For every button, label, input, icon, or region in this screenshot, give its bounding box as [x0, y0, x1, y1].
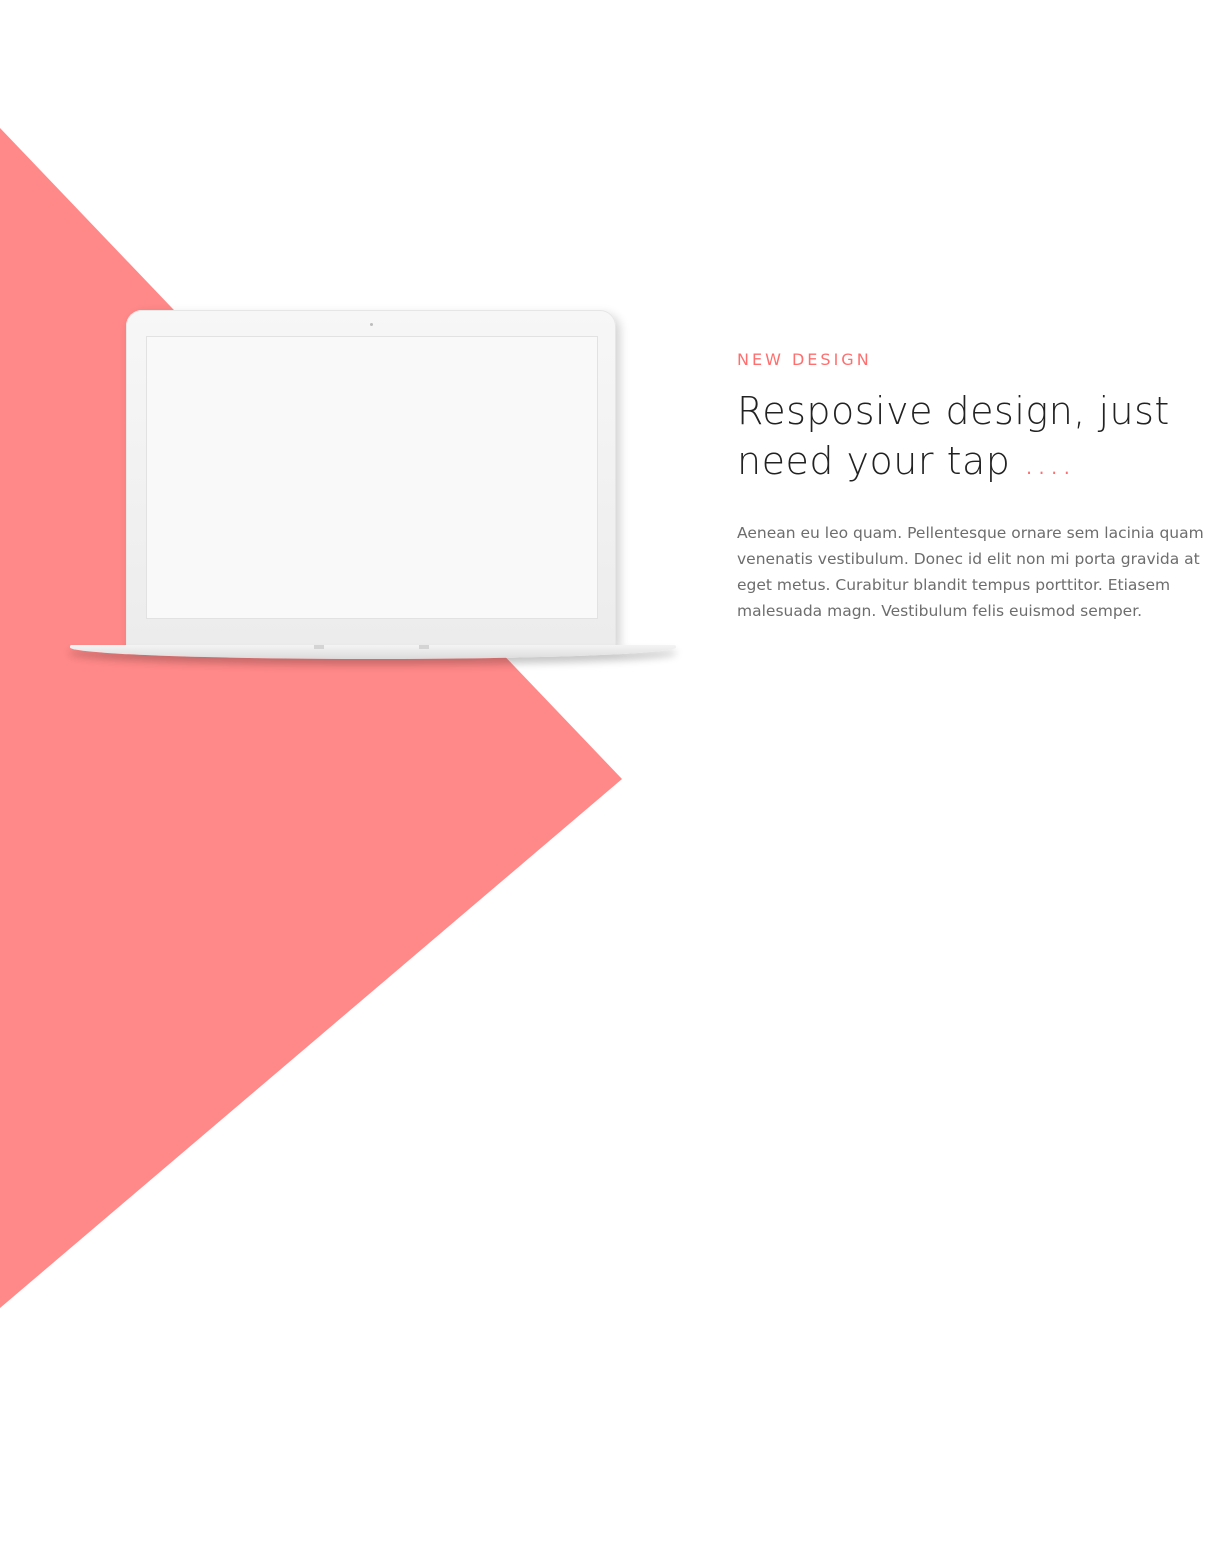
laptop-mockup	[70, 310, 682, 670]
laptop-hinge-right	[419, 645, 429, 649]
headline-accent-dots: ....	[1022, 439, 1074, 483]
headline-text: Resposive design, just need your tap	[737, 389, 1170, 483]
coral-arrow-polygon	[0, 128, 622, 1308]
laptop-lid	[126, 310, 616, 646]
feature-content: NEW DESIGN Resposive design, just need y…	[737, 348, 1229, 624]
background-triangle-shape	[0, 128, 622, 1308]
laptop-screen	[146, 336, 598, 619]
camera-dot	[370, 323, 373, 326]
laptop-base	[70, 645, 676, 659]
feature-description: Aenean eu leo quam. Pellentesque ornare …	[737, 524, 1204, 620]
page: NEW DESIGN Resposive design, just need y…	[0, 0, 1229, 1553]
laptop-hinge-left	[314, 645, 324, 649]
feature-eyebrow: NEW DESIGN	[737, 350, 872, 369]
feature-headline: Resposive design, just need your tap ...…	[737, 386, 1229, 486]
